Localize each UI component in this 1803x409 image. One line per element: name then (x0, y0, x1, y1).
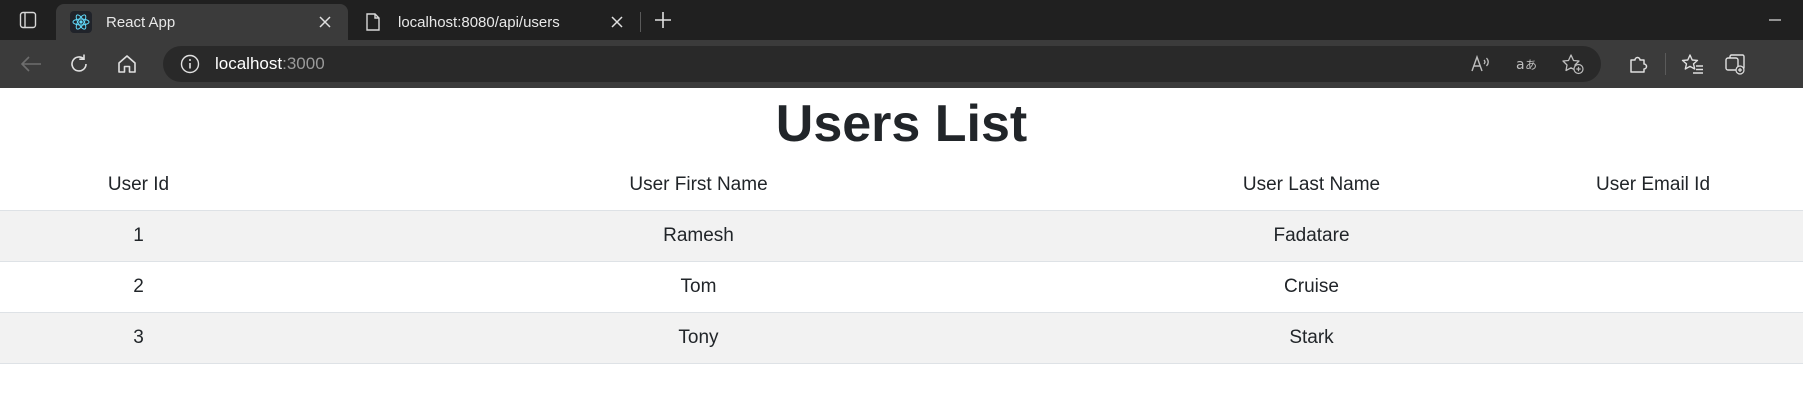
tab-api-users[interactable]: localhost:8080/api/users (348, 4, 640, 40)
header-last-name: User Last Name (1120, 160, 1503, 211)
cell-email-id (1503, 261, 1803, 313)
minimize-icon (1769, 19, 1781, 21)
url-host: localhost (215, 54, 283, 73)
page-title: Users List (775, 95, 1028, 153)
refresh-icon (71, 54, 87, 72)
translate-icon: a あ (1516, 57, 1537, 73)
tab-actions-icon (19, 11, 37, 29)
address-bar[interactable]: localhost:3000 a あ (163, 46, 1601, 82)
page-icon (362, 11, 384, 33)
new-tab-button[interactable] (643, 0, 683, 40)
puzzle-icon (1630, 56, 1648, 73)
tab-actions-button[interactable] (0, 0, 56, 40)
arrow-left-icon (20, 56, 41, 72)
table-header-row: User Id User First Name User Last Name U… (0, 160, 1803, 211)
collections-button[interactable] (1714, 46, 1756, 82)
site-info-icon[interactable] (179, 53, 201, 75)
refresh-button[interactable] (57, 46, 101, 82)
header-user-id: User Id (0, 160, 277, 211)
add-favorite-button[interactable] (1557, 48, 1589, 80)
cell-last-name: Stark (1120, 312, 1503, 364)
tab-strip: React App localhost:8080/api/users (0, 0, 1803, 40)
table-row: 3 Tony Stark (0, 312, 1803, 364)
read-aloud-icon (1471, 54, 1489, 72)
translate-button[interactable]: a あ (1511, 48, 1543, 80)
cell-first-name: Ramesh (277, 210, 1120, 262)
toolbar-separator (1665, 53, 1666, 75)
cell-last-name: Fadatare (1120, 210, 1503, 262)
tab-title: React App (106, 13, 176, 31)
tab-react-app[interactable]: React App (56, 4, 348, 40)
url-port: :3000 (282, 54, 325, 73)
tab-title: localhost:8080/api/users (398, 13, 560, 31)
header-email-id: User Email Id (1503, 160, 1803, 211)
svg-text:あ: あ (1525, 58, 1537, 72)
cell-user-id: 3 (0, 312, 277, 364)
table-row: 2 Tom Cruise (0, 261, 1803, 313)
table-row: 1 Ramesh Fadatare (0, 210, 1803, 262)
address-bar-actions: a あ (1465, 46, 1589, 82)
cell-user-id: 1 (0, 210, 277, 262)
extensions-button[interactable] (1617, 46, 1659, 82)
header-first-name: User First Name (277, 160, 1120, 211)
plus-icon (655, 12, 671, 28)
page-content: Users List User Id User First Name User … (0, 88, 1803, 409)
cell-email-id (1503, 312, 1803, 364)
cell-email-id (1503, 210, 1803, 262)
tab-separator (640, 12, 641, 32)
react-icon (70, 11, 92, 33)
users-table: User Id User First Name User Last Name U… (0, 160, 1803, 364)
cell-user-id: 2 (0, 261, 277, 313)
cell-first-name: Tony (277, 312, 1120, 364)
favorites-list-icon (1681, 54, 1703, 74)
back-button[interactable] (9, 46, 53, 82)
minimize-window-button[interactable] (1765, 10, 1785, 30)
close-tab-icon[interactable] (314, 11, 336, 33)
cell-last-name: Cruise (1120, 261, 1503, 313)
home-icon (118, 55, 136, 73)
collections-icon (1725, 54, 1745, 75)
browser-tools (1617, 46, 1756, 82)
svg-text:a: a (1516, 57, 1525, 73)
favorites-button[interactable] (1672, 46, 1714, 82)
read-aloud-button[interactable] (1465, 48, 1497, 80)
close-tab-icon[interactable] (606, 11, 628, 33)
address-url: localhost:3000 (215, 54, 325, 74)
cell-first-name: Tom (277, 261, 1120, 313)
home-button[interactable] (105, 46, 149, 82)
star-plus-icon (1562, 54, 1584, 75)
browser-toolbar: localhost:3000 a あ (0, 40, 1803, 88)
